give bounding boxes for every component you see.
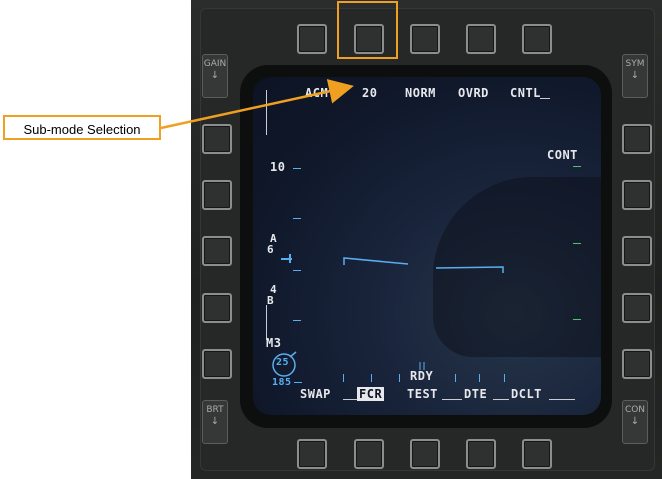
callout-arrow-icon [160,79,354,130]
